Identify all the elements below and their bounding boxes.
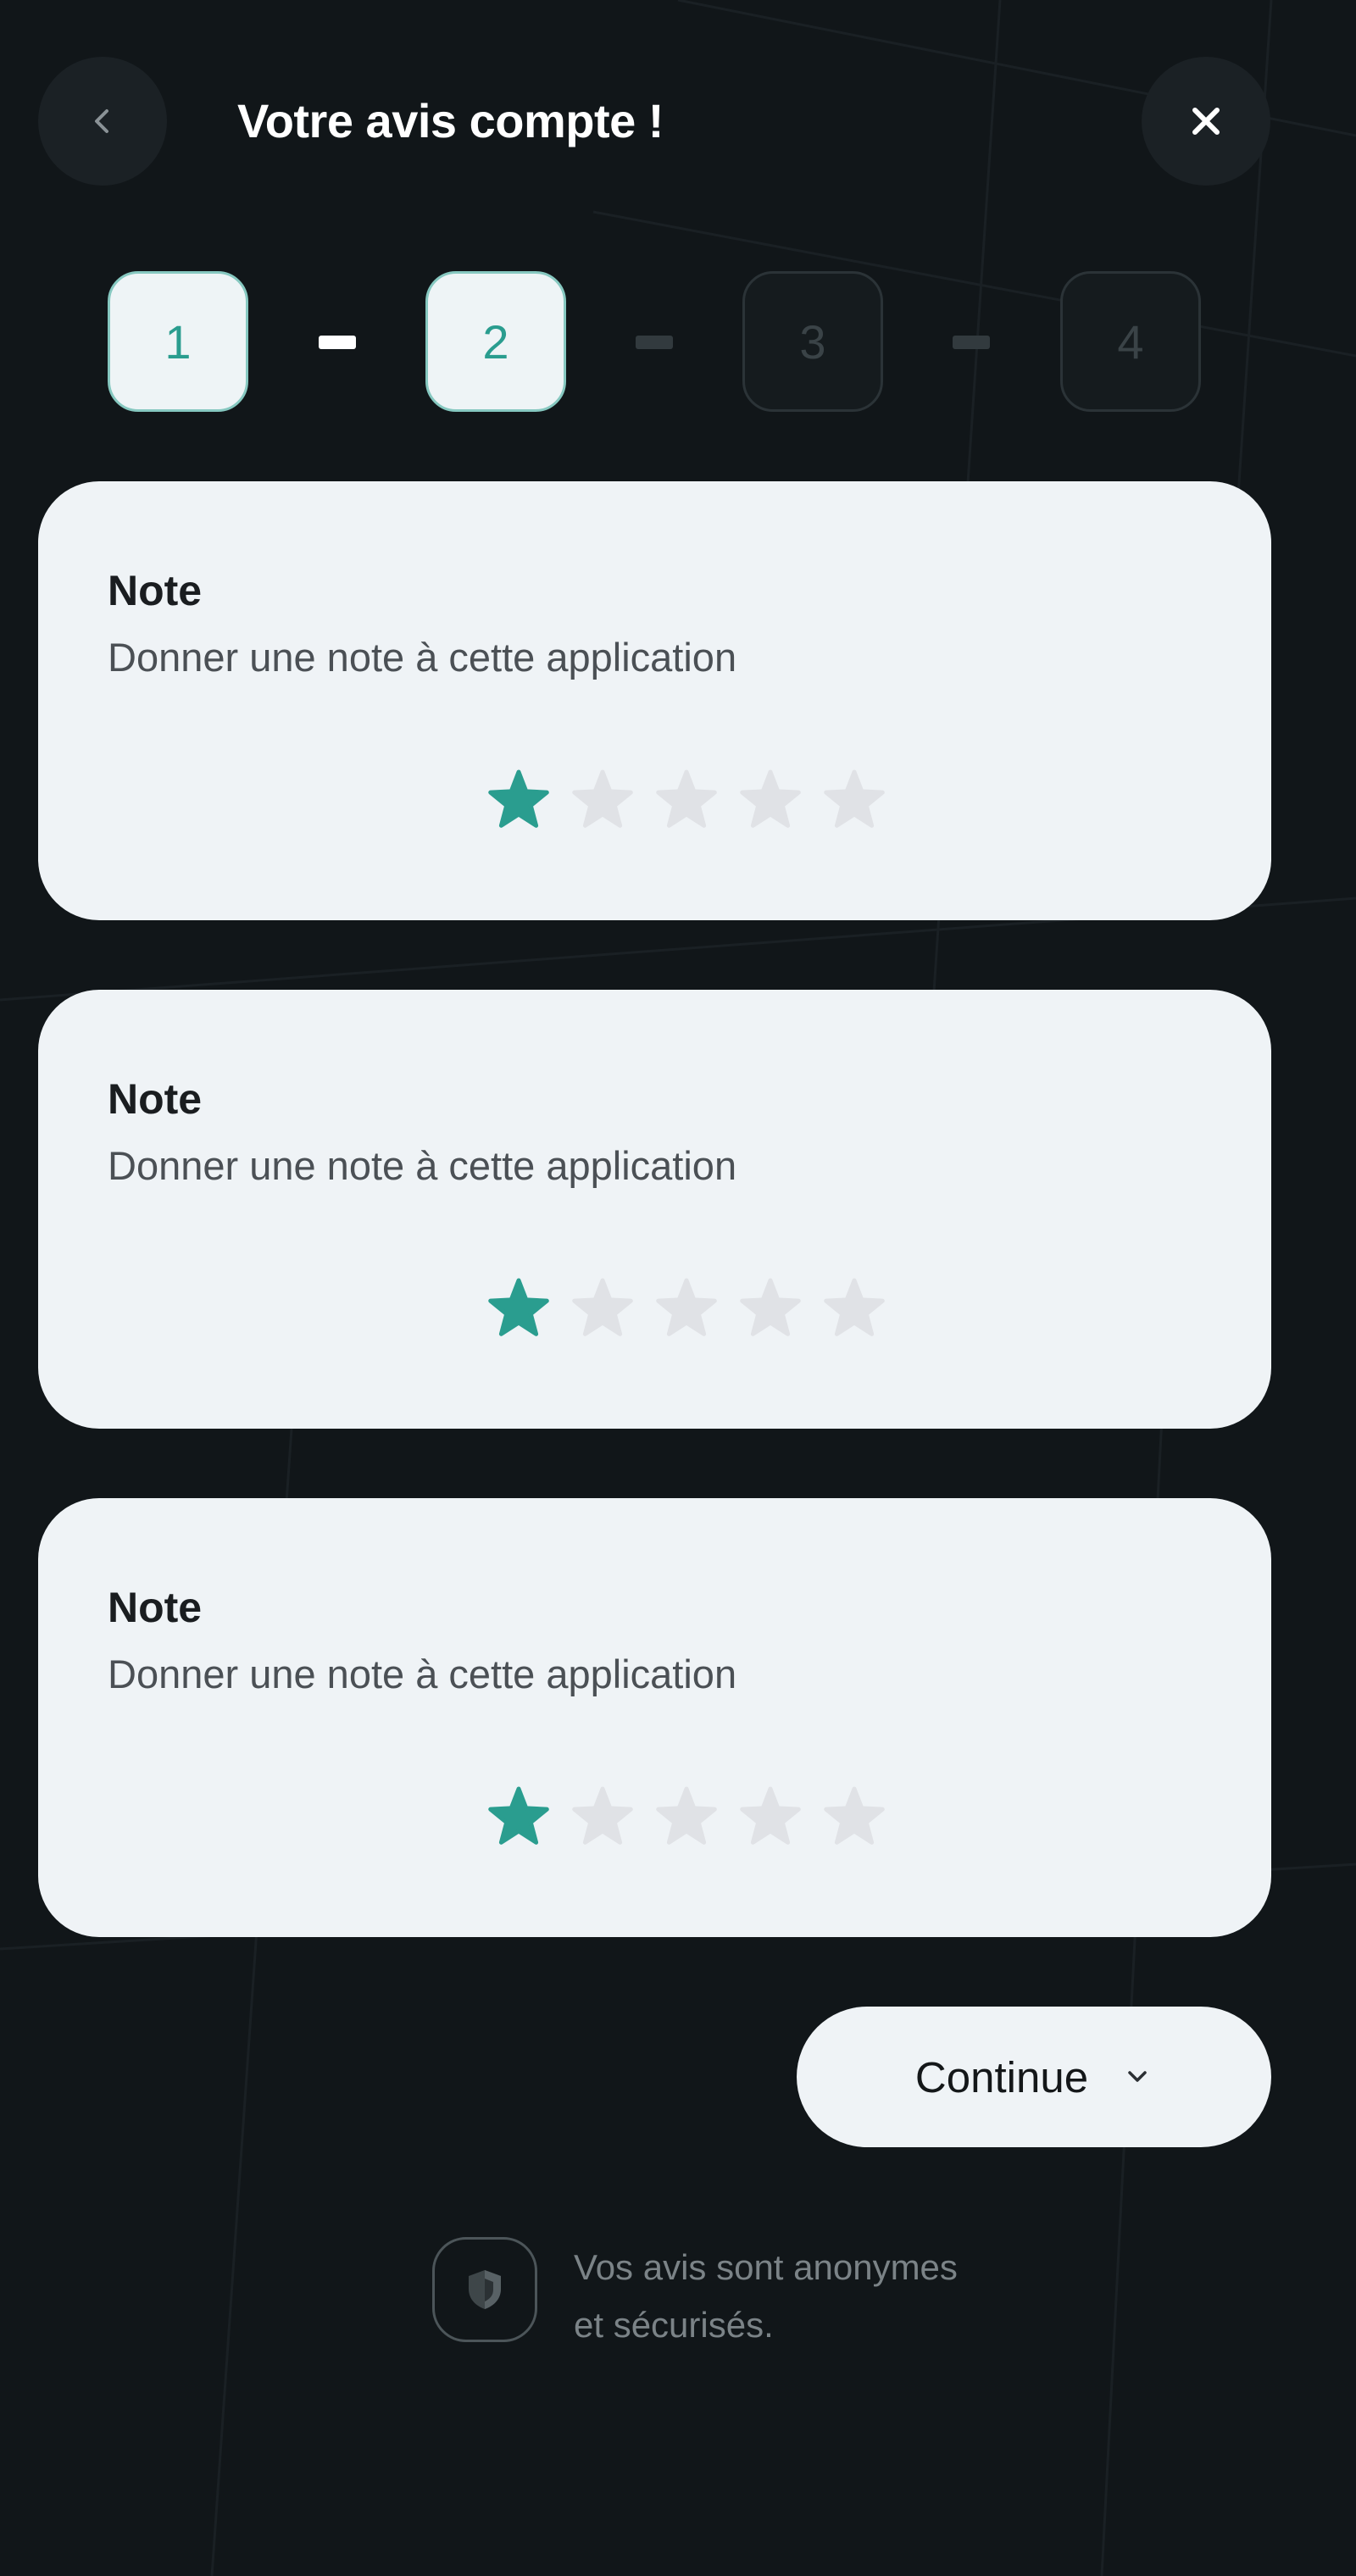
star-empty-icon[interactable] [739, 1276, 802, 1339]
step-3: 3 [742, 271, 883, 412]
card-description: Donner une note à cette application [108, 1143, 737, 1188]
star-rating [487, 1785, 886, 1852]
page-title: Votre avis compte ! [237, 94, 664, 147]
chevron-left-icon [95, 109, 108, 133]
chevron-down-icon [1128, 2071, 1147, 2082]
star-empty-icon[interactable] [739, 768, 802, 830]
shield-icon [469, 2270, 501, 2309]
step-connector [319, 336, 356, 349]
close-button[interactable] [1142, 57, 1270, 186]
star-empty-icon[interactable] [739, 1785, 802, 1847]
header: Votre avis compte ! [0, 0, 1356, 246]
star-filled-icon[interactable] [487, 1785, 550, 1847]
security-note: Vos avis sont anonymes et sécurisés. [432, 2237, 1025, 2347]
star-empty-icon[interactable] [571, 768, 634, 830]
close-icon [1192, 108, 1220, 135]
shield-badge [432, 2237, 537, 2342]
star-rating [487, 768, 886, 836]
star-empty-icon[interactable] [823, 1785, 886, 1847]
star-empty-icon[interactable] [655, 768, 718, 830]
star-empty-icon[interactable] [571, 1276, 634, 1339]
step-4: 4 [1060, 271, 1201, 412]
star-empty-icon[interactable] [655, 1785, 718, 1847]
card-label: Note [108, 1584, 203, 1631]
card-description: Donner une note à cette application [108, 1652, 737, 1696]
card-label: Note [108, 1075, 203, 1123]
star-empty-icon[interactable] [655, 1276, 718, 1339]
step-connector [953, 336, 990, 349]
star-empty-icon[interactable] [571, 1785, 634, 1847]
security-line-2: et sécurisés. [574, 2305, 774, 2345]
rating-card: Note Donner une note à cette application [38, 990, 1271, 1429]
security-text: Vos avis sont anonymes et sécurisés. [574, 2239, 958, 2354]
star-empty-icon[interactable] [823, 1276, 886, 1339]
continue-button[interactable]: Continue [797, 2007, 1271, 2147]
step-connector [636, 336, 673, 349]
step-indicator: 1 2 3 4 [0, 271, 1356, 415]
continue-label: Continue [914, 2052, 1089, 2101]
security-line-1: Vos avis sont anonymes [574, 2247, 958, 2287]
star-filled-icon[interactable] [487, 1276, 550, 1339]
step-2: 2 [425, 271, 566, 412]
star-filled-icon[interactable] [487, 768, 550, 830]
rating-card: Note Donner une note à cette application [38, 1498, 1271, 1937]
back-button[interactable] [38, 57, 167, 186]
card-description: Donner une note à cette application [108, 635, 737, 680]
star-rating [487, 1276, 886, 1344]
step-1: 1 [108, 271, 248, 412]
rating-card: Note Donner une note à cette application [38, 481, 1271, 920]
card-label: Note [108, 567, 203, 614]
star-empty-icon[interactable] [823, 768, 886, 830]
